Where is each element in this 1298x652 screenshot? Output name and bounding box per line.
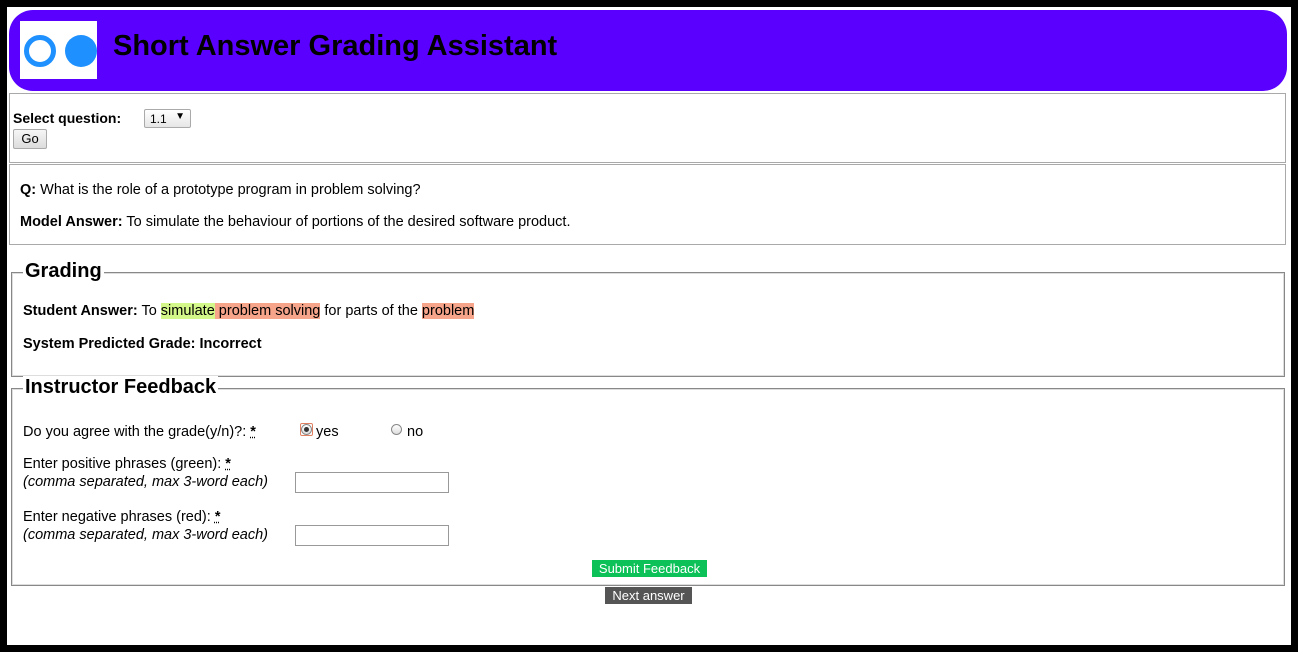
feedback-legend: Instructor Feedback [23, 376, 219, 399]
required-marker: * [250, 424, 256, 440]
question-dropdown-value: 1.1 [150, 112, 167, 126]
question-text: What is the role of a prototype program … [36, 182, 421, 198]
positive-phrases-label: Enter positive phrases (green): [23, 456, 226, 472]
no-label: no [407, 424, 424, 440]
negative-phrases-label-line: Enter negative phrases (red): * [23, 509, 220, 525]
student-answer-label: Student Answer: [23, 303, 138, 319]
student-answer-line: Student Answer: To simulate problem solv… [23, 303, 475, 319]
page: Short Answer Grading Assistant Select qu… [7, 7, 1291, 645]
answer-segment: To [137, 303, 161, 319]
yes-radio[interactable] [301, 424, 312, 435]
positive-phrases-hint: (comma separated, max 3-word each) [23, 474, 268, 490]
answer-segment-positive: simulate [160, 303, 215, 319]
header-banner: Short Answer Grading Assistant [9, 10, 1287, 91]
predicted-grade: System Predicted Grade: Incorrect [23, 336, 262, 352]
positive-phrases-input[interactable] [295, 472, 449, 493]
agree-label: Do you agree with the grade(y/n)?: [23, 424, 251, 440]
logo-ring-icon [24, 35, 56, 67]
select-question-label: Select question: [13, 110, 122, 126]
required-marker: * [225, 456, 231, 472]
grading-fieldset: Grading Student Answer: To simulate prob… [11, 260, 1285, 377]
question-line: Q: What is the role of a prototype progr… [20, 182, 421, 198]
agree-question: Do you agree with the grade(y/n)?: * [23, 424, 256, 440]
grading-legend: Grading [23, 260, 104, 283]
answer-segment: for parts of the [320, 303, 422, 319]
instructor-feedback-fieldset: Instructor Feedback Do you agree with th… [11, 376, 1285, 586]
answer-segment-negative: problem solving [214, 303, 321, 319]
question-select-panel: Select question: 1.1 ▼ Go [9, 93, 1286, 163]
app-title: Short Answer Grading Assistant [113, 30, 558, 62]
negative-phrases-input[interactable] [295, 525, 449, 546]
dropdown-arrow-icon: ▼ [175, 111, 185, 122]
next-answer-button[interactable]: Next answer [605, 587, 692, 604]
yes-label: yes [316, 424, 339, 440]
submit-feedback-button[interactable]: Submit Feedback [592, 560, 707, 577]
model-answer-text: To simulate the behaviour of portions of… [122, 214, 571, 230]
negative-phrases-hint: (comma separated, max 3-word each) [23, 527, 268, 543]
model-answer-label: Model Answer: [20, 214, 123, 230]
answer-segment-negative: problem [421, 303, 475, 319]
question-dropdown[interactable]: 1.1 ▼ [144, 109, 191, 128]
go-button[interactable]: Go [13, 129, 47, 149]
question-label: Q: [20, 182, 37, 198]
logo-dot-icon [65, 35, 97, 67]
app-logo [20, 21, 97, 79]
positive-phrases-label-line: Enter positive phrases (green): * [23, 456, 231, 472]
model-answer-line: Model Answer: To simulate the behaviour … [20, 214, 570, 230]
no-radio[interactable] [391, 424, 402, 435]
required-marker: * [214, 509, 221, 525]
negative-phrases-label: Enter negative phrases (red): [23, 509, 215, 525]
question-panel: Q: What is the role of a prototype progr… [9, 164, 1286, 245]
